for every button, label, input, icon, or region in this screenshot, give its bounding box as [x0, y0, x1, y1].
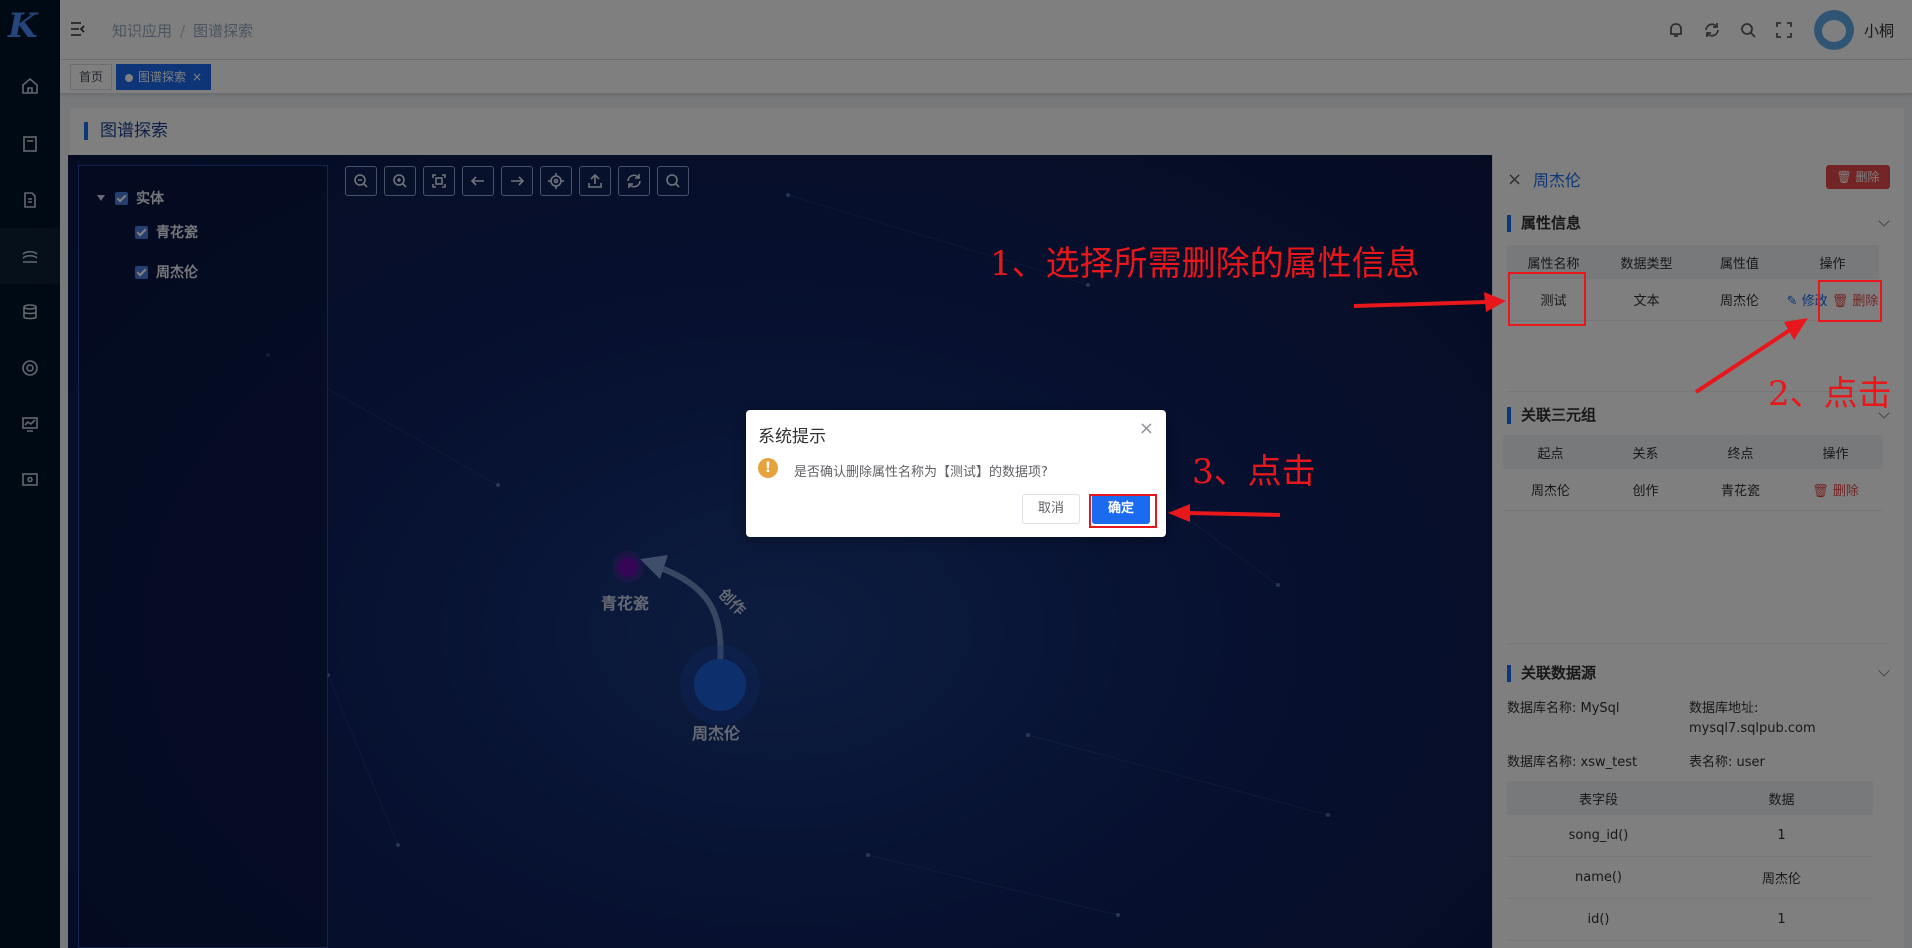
dialog-message: 是否确认删除属性名称为【测试】的数据项? [794, 465, 1048, 480]
highlight-box-attr [1508, 272, 1586, 326]
highlight-box-confirm [1089, 494, 1157, 528]
warning-icon: ! [758, 458, 778, 478]
annotation-step1: 1、选择所需删除的属性信息 [990, 244, 1420, 284]
cancel-button[interactable]: 取消 [1022, 494, 1080, 524]
dialog-title: 系统提示 [758, 427, 826, 447]
close-icon[interactable]: × [1139, 418, 1154, 439]
annotation-step3: 3、点击 [1192, 452, 1316, 492]
highlight-box-delete [1818, 280, 1882, 322]
annotation-step2: 2、点击 [1768, 374, 1892, 414]
